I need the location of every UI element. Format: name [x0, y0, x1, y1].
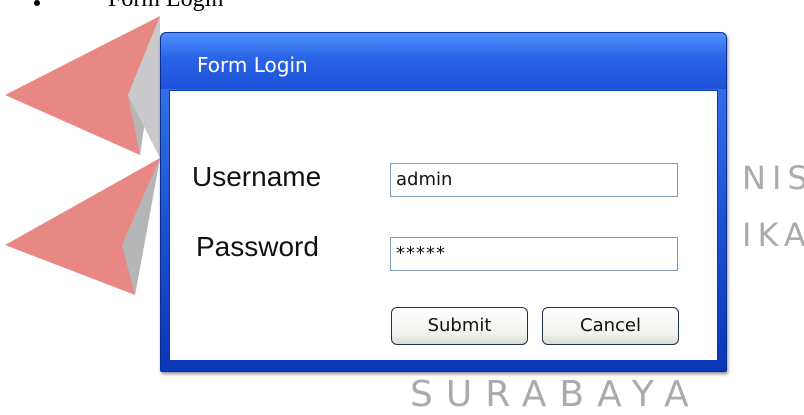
username-input[interactable]: admin [390, 163, 678, 197]
watermark-text-nis: NIS [742, 159, 804, 197]
submit-button[interactable]: Submit [391, 307, 528, 345]
password-input[interactable]: ***** [390, 237, 678, 271]
watermark-text-surabaya: SURABAYA [410, 374, 702, 415]
login-dialog: Form Login Username admin Password *****… [160, 32, 727, 372]
password-label: Password [196, 231, 319, 262]
watermark-text-ika: IKA [742, 216, 804, 254]
cancel-button[interactable]: Cancel [542, 307, 679, 345]
dialog-titlebar[interactable]: Form Login [161, 33, 726, 89]
logo-shapes [5, 16, 160, 295]
dialog-body: Username admin Password ***** Submit Can… [169, 90, 718, 361]
username-label: Username [192, 161, 322, 192]
dialog-title: Form Login [197, 53, 308, 77]
